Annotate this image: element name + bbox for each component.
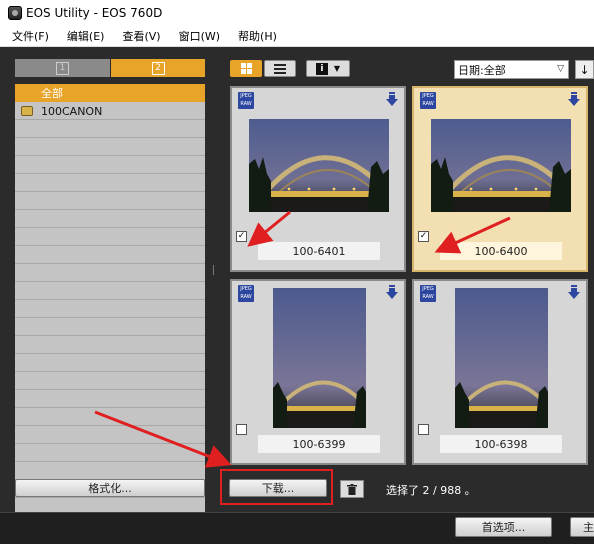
format-button[interactable]: 格式化... (15, 479, 205, 497)
sort-direction-button[interactable]: ↓ (575, 60, 594, 79)
folder-tree: 全部 100CANON (15, 84, 205, 518)
file-name-label: 100-6399 (258, 435, 380, 453)
info-dropdown-button[interactable]: i ▼ (306, 60, 350, 77)
folder-panel: 1 2 全部 100CANON (0, 47, 212, 518)
window-title: EOS Utility - EOS 760D (26, 6, 163, 20)
grid-icon (240, 63, 252, 74)
list-icon (274, 63, 286, 74)
annotation-highlight-box (220, 469, 333, 505)
file-name-label: 100-6400 (440, 242, 562, 260)
menu-edit[interactable]: 编辑(E) (67, 28, 105, 44)
download-arrow-icon (386, 92, 398, 106)
info-icon: i (315, 62, 328, 75)
download-arrow-icon (568, 92, 580, 106)
select-checkbox[interactable]: ✓ (236, 231, 247, 242)
tree-item-label: 100CANON (41, 104, 103, 118)
grid-view-button[interactable] (230, 60, 262, 77)
tab-2-number: 2 (151, 61, 165, 75)
tree-item-100canon[interactable]: 100CANON (15, 102, 205, 120)
jpeg-raw-badge-icon: JPEG RAW (238, 92, 254, 109)
trash-icon (347, 483, 357, 495)
photo-thumbnail (431, 119, 571, 212)
title-bar: EOS Utility - EOS 760D (0, 0, 594, 26)
app-icon (8, 6, 22, 20)
download-arrow-icon (568, 285, 580, 299)
file-name-label: 100-6401 (258, 242, 380, 260)
delete-button[interactable] (340, 480, 364, 498)
photo-thumbnail (249, 119, 389, 212)
file-name-label: 100-6398 (440, 435, 562, 453)
main-window-button[interactable]: 主 (570, 517, 594, 537)
photo-thumbnail (273, 288, 366, 428)
chevron-down-icon: ▼ (333, 64, 341, 73)
thumbnail-card[interactable]: JPEG RAW 100-6399 (230, 279, 406, 465)
select-checkbox[interactable] (236, 424, 247, 435)
sort-select-value: 日期:全部 (458, 63, 506, 77)
tab-1-number: 1 (56, 61, 69, 75)
download-arrow-icon (386, 285, 398, 299)
chevron-down-icon: ▽ (557, 64, 564, 74)
camera-folder-icon (21, 106, 33, 116)
menu-window[interactable]: 窗口(W) (179, 28, 220, 44)
thumbnail-grid: JPEG RAW ✓ 100-6401 JPEG RAW ✓ 100-6400 … (218, 84, 594, 473)
select-checkbox[interactable]: ✓ (418, 231, 429, 242)
sort-select[interactable]: 日期:全部 ▽ (454, 60, 569, 79)
tab-1[interactable]: 1 (15, 59, 110, 77)
thumbnail-card[interactable]: JPEG RAW ✓ 100-6401 (230, 86, 406, 272)
list-view-button[interactable] (264, 60, 296, 77)
menu-file[interactable]: 文件(F) (12, 28, 49, 44)
select-checkbox[interactable] (418, 424, 429, 435)
menu-help[interactable]: 帮助(H) (238, 28, 277, 44)
jpeg-raw-badge-icon: JPEG RAW (420, 285, 436, 302)
tree-item-all[interactable]: 全部 (15, 84, 205, 102)
jpeg-raw-badge-icon: JPEG RAW (420, 92, 436, 109)
thumbnail-card[interactable]: JPEG RAW 100-6398 (412, 279, 588, 465)
thumbnail-card[interactable]: JPEG RAW ✓ 100-6400 (412, 86, 588, 272)
tab-2[interactable]: 2 (111, 59, 205, 77)
selection-status: 选择了 2 / 988 。 (386, 484, 476, 497)
preferences-button[interactable]: 首选项... (455, 517, 552, 537)
menu-bar: 文件(F) 编辑(E) 查看(V) 窗口(W) 帮助(H) (0, 26, 594, 47)
jpeg-raw-badge-icon: JPEG RAW (238, 285, 254, 302)
menu-view[interactable]: 查看(V) (122, 28, 160, 44)
photo-thumbnail (455, 288, 548, 428)
